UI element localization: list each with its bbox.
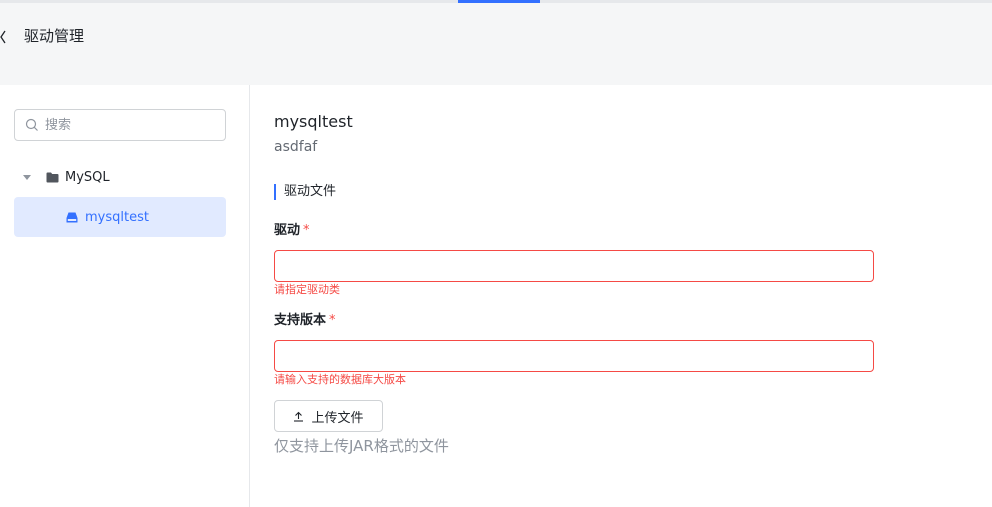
driver-class-input[interactable]: [275, 251, 873, 281]
driver-class-label-text: 驱动: [274, 223, 301, 238]
upload-icon: [294, 411, 304, 422]
supported-version-label-text: 支持版本: [274, 313, 327, 328]
upload-file-button[interactable]: 上传文件: [274, 400, 383, 432]
driver-class-label: 驱动 *: [274, 222, 310, 240]
folder-icon: [46, 172, 59, 182]
tree-group-label: MySQL: [65, 169, 110, 185]
sidebar: MySQL mysqltest: [0, 85, 250, 507]
driver-class-error: 请指定驱动类: [274, 283, 340, 296]
back-icon[interactable]: [0, 30, 6, 44]
supported-version-field[interactable]: [274, 340, 874, 372]
main-panel: mysqltest asdfaf 驱动文件 驱动 * 请指定驱动类 支持版本 * 请…: [251, 85, 992, 507]
search-box[interactable]: [14, 109, 226, 141]
search-input[interactable]: [45, 110, 220, 140]
driver-class-field[interactable]: [274, 250, 874, 282]
upload-button-label: 上传文件: [311, 410, 364, 426]
driver-name: mysqltest: [274, 112, 353, 131]
supported-version-error: 请输入支持的数据库大版本: [274, 373, 406, 386]
search-icon: [25, 118, 38, 131]
tree-group-mysql[interactable]: MySQL: [14, 157, 226, 197]
tree-item-label: mysqltest: [85, 209, 149, 225]
page-title: 驱动管理: [24, 27, 85, 45]
upload-hint: 仅支持上传JAR格式的文件: [274, 437, 449, 455]
page-header: 驱动管理: [0, 3, 992, 85]
supported-version-label: 支持版本 *: [274, 312, 336, 330]
drive-icon: [66, 212, 78, 222]
caret-down-icon[interactable]: [23, 174, 31, 180]
required-mark: *: [329, 313, 336, 328]
required-mark: *: [303, 223, 310, 238]
driver-description: asdfaf: [274, 139, 318, 155]
section-title: 驱动文件: [274, 184, 336, 200]
supported-version-input[interactable]: [275, 341, 873, 371]
tree-item-mysqltest[interactable]: mysqltest: [14, 197, 226, 237]
